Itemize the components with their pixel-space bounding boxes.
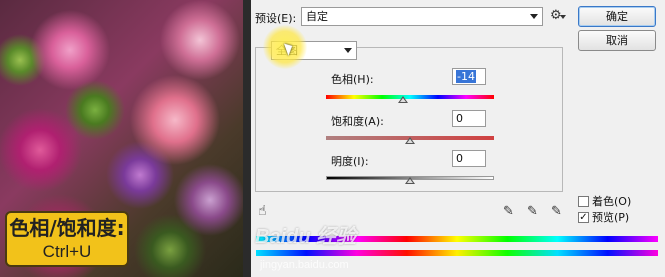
preview-label: 预览(P): [592, 211, 630, 224]
hue-label: 色相(H):: [331, 73, 374, 86]
adjustment-group: [255, 47, 563, 192]
preview-checkbox[interactable]: ✓ 预览(P): [578, 209, 629, 225]
chevron-down-icon: [344, 48, 352, 53]
colorize-checkbox[interactable]: 着色(O): [578, 193, 631, 209]
panel-divider: [243, 0, 251, 277]
colorize-checkbox-box[interactable]: [578, 195, 589, 207]
hue-input[interactable]: -14: [452, 68, 486, 85]
eyedropper-icon[interactable]: ✎: [503, 204, 514, 219]
hue-slider-thumb[interactable]: [398, 96, 409, 103]
preset-select-value: 自定: [306, 10, 328, 23]
colorize-label: 着色(O): [592, 195, 632, 208]
preset-label: 预设(E):: [255, 12, 297, 25]
lightness-value: 0: [456, 152, 463, 165]
cancel-button[interactable]: 取消: [578, 30, 656, 51]
targeted-adjustment-hand-icon[interactable]: ☝: [258, 203, 267, 219]
watermark-url: jingyan.baidu.com: [260, 259, 349, 271]
hue-slider-track[interactable]: [326, 95, 494, 99]
watermark-logo: Baidu 经验: [255, 226, 357, 248]
lightness-slider-thumb[interactable]: [405, 177, 415, 184]
lightness-input[interactable]: 0: [452, 150, 486, 167]
ok-button[interactable]: 确定: [578, 6, 656, 27]
preview-checkbox-box[interactable]: ✓: [578, 211, 589, 223]
hue-value: -14: [456, 70, 476, 83]
preset-select[interactable]: 自定: [301, 7, 543, 26]
saturation-value: 0: [456, 112, 463, 125]
saturation-label: 饱和度(A):: [331, 115, 384, 128]
caption-shortcut: Ctrl+U: [42, 242, 92, 261]
output-color-bar: [256, 250, 658, 256]
image-preview: 色相/饱和度: Ctrl+U: [0, 0, 243, 277]
caption-title: 色相/饱和度:: [9, 216, 125, 240]
lightness-label: 明度(I):: [331, 155, 369, 168]
caret-down-icon: [560, 15, 566, 19]
chevron-down-icon: [530, 14, 538, 19]
eyedropper-minus-icon[interactable]: ✎: [551, 204, 562, 219]
shortcut-caption: 色相/饱和度: Ctrl+U: [5, 211, 129, 267]
saturation-slider-thumb[interactable]: [405, 137, 415, 144]
saturation-input[interactable]: 0: [452, 110, 486, 127]
eyedropper-plus-icon[interactable]: ✎: [527, 204, 538, 219]
